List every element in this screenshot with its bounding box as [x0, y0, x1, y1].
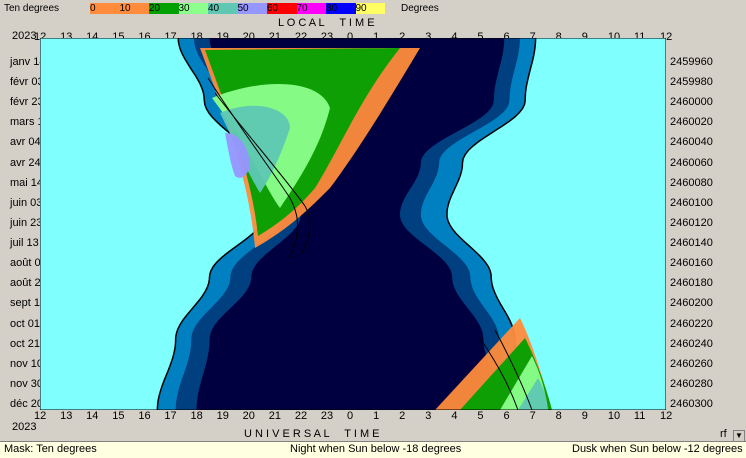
year-top: 2023 [12, 30, 37, 42]
legend-level-label: 90 [355, 3, 367, 14]
julian-date-label: 2460060 [670, 156, 713, 169]
bottom-hour-label: 9 [581, 410, 588, 422]
bottom-hour-label: 13 [60, 410, 73, 422]
bottom-hour-label: 22 [294, 410, 308, 422]
bottom-hour-label: 10 [607, 410, 621, 422]
date-label: nov 30 [10, 377, 44, 390]
date-label: oct 21 [10, 337, 40, 350]
julian-date-label: 2460220 [670, 317, 713, 330]
date-label: oct 01 [10, 317, 40, 330]
status-mask: Mask: Ten degrees [4, 443, 97, 455]
bottom-hour-label: 11 [633, 410, 646, 422]
date-label: déc 20 [10, 398, 44, 410]
status-dusk: Dusk when Sun below -12 degrees [572, 443, 743, 455]
bottom-hour-label: 1 [373, 410, 380, 422]
legend-unit-label: Degrees [401, 3, 439, 14]
date-label: avr 04 [10, 136, 41, 149]
status-night: Night when Sun below -18 degrees [290, 443, 462, 455]
bottom-hour-label: 18 [190, 410, 203, 422]
legend-level-label: 10 [119, 3, 131, 14]
legend-level-label: 50 [237, 3, 249, 14]
date-label: nov 10 [10, 357, 44, 370]
date-label: juin 23 [10, 216, 43, 229]
julian-date-label: 2460280 [670, 377, 713, 390]
julian-date-label: 2460040 [670, 136, 713, 149]
bottom-hour-label: 3 [425, 410, 432, 422]
bottom-hour-label: 15 [112, 410, 125, 422]
legend-level-label: 80 [326, 3, 338, 14]
night-chart-plot[interactable] [40, 38, 666, 410]
julian-date-label: 2460100 [670, 196, 713, 209]
date-label: avr 24 [10, 156, 41, 169]
julian-date-label: 2460020 [670, 116, 713, 129]
bottom-hour-label: 12 [34, 410, 47, 422]
julian-date-label: 2460000 [670, 96, 713, 109]
altitude-legend: Ten degrees 0 10 20 30 40 50 60 70 80 90 Degrees [0, 0, 746, 18]
legend-level-label: 70 [296, 3, 308, 14]
julian-date-label: 2460120 [670, 216, 713, 229]
date-label: juil 13 [10, 237, 39, 250]
bottom-hour-label: 23 [320, 410, 334, 422]
bottom-hour-label: 0 [347, 410, 354, 422]
date-label: févr 03 [10, 76, 44, 89]
status-bar: Mask: Ten degrees Night when Sun below -… [0, 441, 746, 458]
bottom-hour-label: 7 [529, 410, 536, 422]
bottom-hour-label: 20 [242, 410, 255, 422]
julian-date-label: 2460300 [670, 398, 713, 410]
julian-date-label: 2460080 [670, 176, 713, 189]
bottom-hour-label: 2 [399, 410, 406, 422]
julian-date-label: 2459960 [670, 56, 713, 68]
legend-level-label: 30 [178, 3, 190, 14]
date-label: févr 23 [10, 96, 44, 109]
julian-date-label: 2459980 [670, 76, 713, 89]
corner-label: rf [720, 428, 727, 440]
local-time-title: L O C A L T I M E [278, 17, 375, 29]
year-bottom: 2023 [12, 421, 37, 433]
julian-date-label: 2460140 [670, 237, 713, 250]
legend-level-label: 60 [267, 3, 279, 14]
julian-date-label: 2460260 [670, 357, 713, 370]
legend-mask-label: Ten degrees [4, 3, 60, 14]
bottom-hour-label: 21 [268, 410, 281, 422]
bottom-hour-label: 12 [660, 410, 673, 422]
julian-date-label: 2460200 [670, 297, 713, 310]
bottom-hour-label: 17 [164, 410, 177, 422]
bottom-hour-label: 6 [503, 410, 510, 422]
universal-time-title: U N I V E R S A L T I M E [244, 428, 380, 440]
bottom-hour-label: 4 [451, 410, 458, 422]
legend-level-label: 20 [149, 3, 161, 14]
bottom-hour-label: 8 [555, 410, 562, 422]
julian-date-label: 2460240 [670, 337, 713, 350]
bottom-hour-label: 19 [216, 410, 229, 422]
bottom-hour-label: 14 [86, 410, 99, 422]
julian-date-label: 2460160 [670, 257, 713, 270]
legend-level-label: 40 [208, 3, 220, 14]
date-label: mai 14 [10, 176, 44, 189]
date-label: juin 03 [10, 196, 43, 209]
bottom-hour-label: 5 [477, 410, 484, 422]
bottom-hour-label: 16 [138, 410, 151, 422]
legend-level-label: 0 [90, 3, 96, 14]
julian-date-label: 2460180 [670, 277, 713, 290]
